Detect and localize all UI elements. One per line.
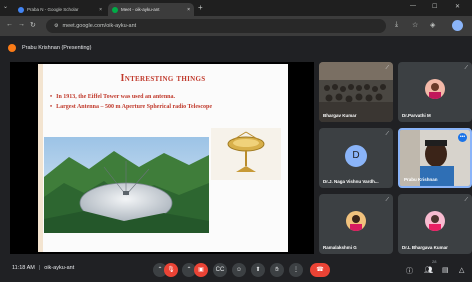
maximize-icon[interactable]: ☐ [432,3,437,10]
participant-name: Ramalakshmi G [323,245,357,250]
close-window-icon[interactable]: ✕ [455,3,460,10]
meeting-controls-bar: 11:18 AM | oik-ayku-ant ⌃ 🎙︎ ⌃ ▣ CC ☺ ⬆ ✋︎… [0,258,472,282]
download-icon[interactable]: ⤓ [395,21,398,29]
tab-title: Meet - oik-ayku-ant [121,7,160,12]
emoji-reactions-button[interactable]: ☺ [232,263,246,277]
participant-tile[interactable]: ⟋ Bhargav Kumar [319,62,393,122]
back-icon[interactable]: ← [6,21,13,28]
participant-avatar [425,79,445,99]
reload-icon[interactable]: ↻ [30,21,36,29]
captions-button[interactable]: CC [213,263,227,277]
antenna-sculpture-photo [211,128,281,180]
tab-search-icon[interactable]: ⌄ [3,3,8,10]
site-info-icon[interactable]: ⚙ [54,23,58,29]
scholar-favicon-icon [18,6,24,13]
browser-tabstrip: ⌄ Praba N - Google Scholar × Meet - oik-… [0,0,472,16]
participant-tile[interactable]: ⟋ Dr.Parvathi M [398,62,472,122]
participant-name: Dr.L Bhargava Kumar [402,245,448,250]
extensions-icon[interactable]: ◈ [430,21,435,29]
minimize-icon[interactable]: — [410,3,416,9]
participant-tile[interactable]: ⟋ Ramalakshmi G [319,194,393,254]
raise-hand-button[interactable]: ✋︎ [270,263,284,277]
presenter-banner: Prabu Krishnan (Presenting) [8,42,91,54]
participant-name: Prabu Krishnan [404,177,438,182]
meeting-time: 11:18 AM [12,265,35,271]
participant-avatar [346,211,366,231]
new-tab-button[interactable]: + [198,3,203,12]
slide-bullet: In 1913, the Eiffel Tower was used an an… [50,94,212,100]
tab-title: Praba N - Google Scholar [27,7,79,12]
participant-avatar: D [345,145,367,167]
slide-bullet: Largest Antenna – 500 m Aperture Spheric… [50,104,212,110]
mic-muted-icon: ⟋ [385,131,389,137]
participant-name: Bhargav Kumar [323,113,357,118]
close-tab-icon[interactable]: × [187,7,190,13]
url-text: meet.google.com/oik-ayku-ant [62,23,137,29]
forward-icon[interactable]: → [18,21,25,28]
address-bar-row: ← → ↻ ⚙ meet.google.com/oik-ayku-ant ⤓ ☆… [0,16,472,36]
present-screen-button[interactable]: ⬆ [251,263,265,277]
meeting-info: 11:18 AM | oik-ayku-ant [12,265,74,271]
shared-screen[interactable]: Interesting things In 1913, the Eiffel T… [10,62,314,254]
participant-name: Dr.Parvathi M [402,113,431,118]
mic-muted-icon: ⟋ [464,65,468,71]
telescope-photo [44,137,209,233]
tab-google-scholar[interactable]: Praba N - Google Scholar × [14,3,106,16]
slide-title: Interesting things [120,73,206,84]
participant-count: 28 [432,259,437,264]
mic-muted-icon: ⟋ [464,197,468,203]
presenter-avatar [8,44,16,52]
leave-call-button[interactable]: ☎︎ [310,263,330,277]
meet-favicon-icon [112,6,118,13]
slide-bullets: In 1913, the Eiffel Tower was used an an… [50,94,212,114]
meeting-details-icon[interactable]: ⓘ [406,266,413,276]
participant-tile[interactable]: ⟋ Dr.L Bhargava Kumar [398,194,472,254]
chat-icon[interactable]: ▤ [442,266,449,274]
profile-avatar[interactable] [452,20,463,31]
activities-icon[interactable]: △ [459,266,464,274]
slide-decoration [38,64,43,252]
participant-tile-speaking[interactable]: ••• Prabu Krishnan [398,128,472,188]
meeting-code: oik-ayku-ant [44,265,75,271]
participant-name: Dr.J. Naga Vishnu Vardh... [323,179,379,184]
more-options-button[interactable]: ⋮ [289,263,303,277]
tab-meet[interactable]: Meet - oik-ayku-ant × [108,3,194,16]
mic-off-button[interactable]: 🎙︎ [164,263,178,277]
people-icon[interactable]: 👥︎ [424,266,433,274]
separator: | [38,265,41,271]
camera-off-button[interactable]: ▣ [194,263,208,277]
presenter-label: Prabu Krishnan (Presenting) [22,45,92,51]
participant-tile[interactable]: D ⟋ Dr.J. Naga Vishnu Vardh... [319,128,393,188]
mic-muted-icon: ⟋ [385,65,389,71]
presentation-slide: Interesting things In 1913, the Eiffel T… [38,64,288,252]
speaking-indicator-icon: ••• [458,133,467,142]
close-tab-icon[interactable]: × [99,7,102,13]
mic-muted-icon: ⟋ [385,197,389,203]
participant-avatar [425,211,445,231]
url-field[interactable]: ⚙ meet.google.com/oik-ayku-ant [46,19,386,33]
bookmark-star-icon[interactable]: ☆ [412,21,418,29]
